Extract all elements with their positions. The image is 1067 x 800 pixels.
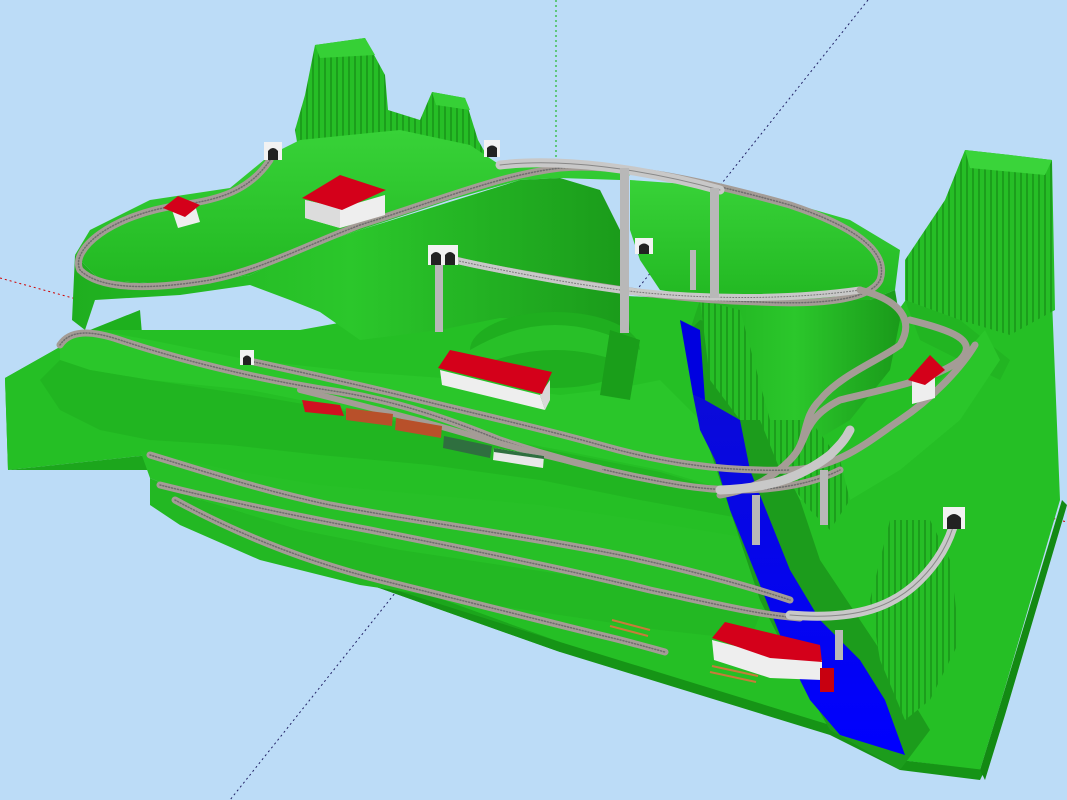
pier [752,495,760,545]
pier [820,470,828,525]
tunnel-portal [428,245,458,265]
tunnel-portal [943,507,965,529]
3d-viewport[interactable] [0,0,1067,800]
pier [690,250,696,290]
pier [835,630,843,660]
pier [710,188,719,298]
tunnel-portal [264,142,282,160]
pier [435,262,443,332]
tunnel-portal [635,238,653,254]
tunnel-portal [484,140,500,157]
tunnel-portal [240,350,254,365]
red-wagon [820,668,834,692]
scene-canvas [0,0,1067,800]
pier [620,168,629,333]
